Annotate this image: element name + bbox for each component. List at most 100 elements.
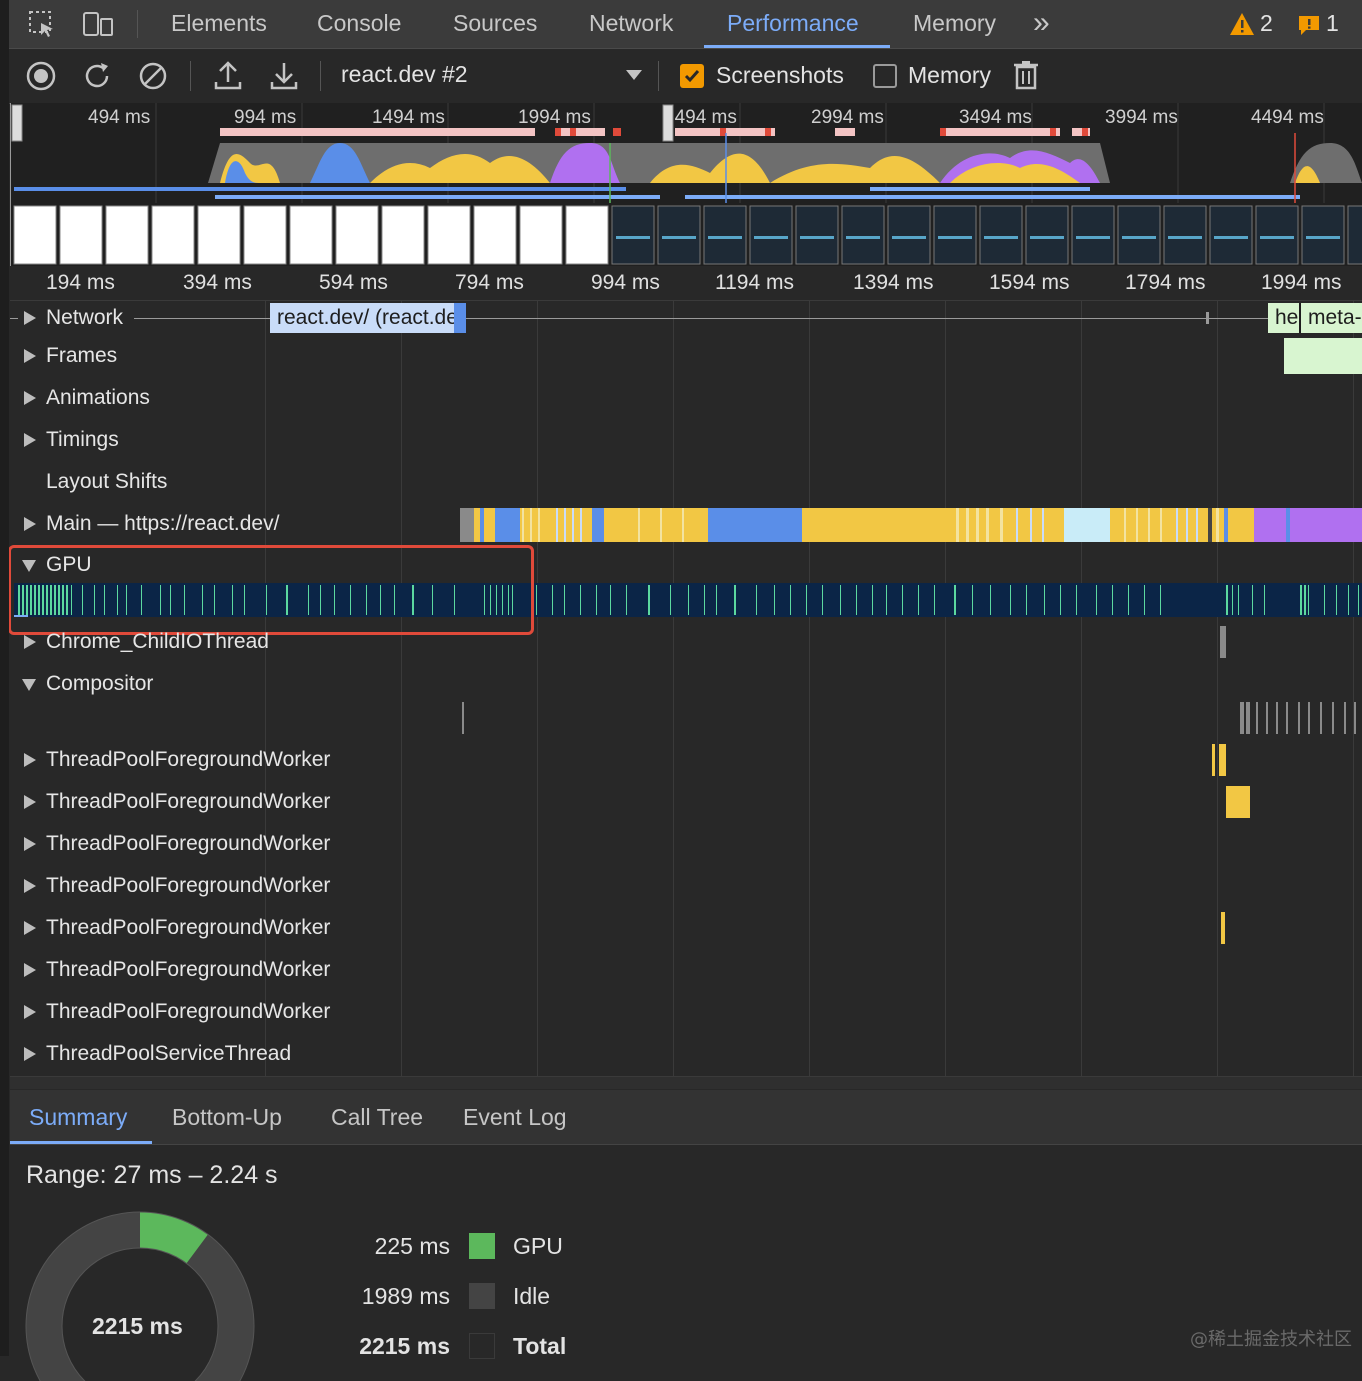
network-request-bar[interactable]: he meta- [1268,303,1362,333]
expand-arrow-icon[interactable] [24,635,36,649]
grid-line [673,300,674,1080]
screenshots-label[interactable]: Screenshots [716,62,844,89]
overview-ruler-label: 3494 ms [959,107,1032,128]
trash-icon[interactable] [1012,59,1040,91]
device-toolbar-icon[interactable] [80,8,116,40]
track-label-childio[interactable]: Chrome_ChildIOThread [46,630,269,654]
ruler-label: 794 ms [455,271,524,294]
ruler-label: 1994 ms [1261,271,1342,294]
pie-slice-gpu [139,1212,208,1264]
worker-event[interactable] [1219,744,1226,776]
network-track[interactable] [10,300,1362,338]
network-request-bar[interactable]: react.dev/ (react.de [270,303,466,333]
track-label-worker[interactable]: ThreadPoolForegroundWorker [46,958,330,982]
memory-checkbox[interactable] [873,64,897,88]
screenshots-checkbox[interactable] [680,64,704,88]
profile-select[interactable]: react.dev #2 [341,61,468,88]
expand-arrow-icon[interactable] [24,1047,36,1061]
overview-ruler-label: 494 ms [88,107,151,128]
timeline-overview[interactable]: 494 ms 994 ms 1494 ms 1994 ms 2494 ms 29… [10,103,1362,266]
network-request-label: he [1275,306,1299,329]
tab-call-tree[interactable]: Call Tree [331,1090,423,1144]
track-label-frames[interactable]: Frames [46,344,117,368]
inspect-element-icon[interactable] [26,8,58,40]
main-time-ruler: 194 ms 394 ms 594 ms 794 ms 994 ms 1194 … [10,266,1362,301]
tab-performance[interactable]: Performance [727,0,859,48]
expand-arrow-icon[interactable] [24,349,36,363]
legend-value-gpu: 225 ms [374,1233,450,1259]
track-label-service-thread[interactable]: ThreadPoolServiceThread [46,1042,291,1066]
chevron-down-icon[interactable] [624,65,644,85]
expand-arrow-icon[interactable] [24,311,36,325]
reload-record-icon[interactable] [80,59,114,93]
track-label-animations[interactable]: Animations [46,386,150,410]
upload-icon[interactable] [212,59,244,93]
legend-swatch-total [469,1333,495,1359]
active-tab-indicator [704,45,890,48]
network-request-label: meta- [1308,306,1362,329]
warning-icon[interactable] [1228,10,1256,38]
track-label-timings[interactable]: Timings [46,428,119,452]
expand-arrow-icon[interactable] [24,753,36,767]
warnings-count[interactable]: 2 [1260,0,1273,48]
track-label-main[interactable]: Main — https://react.dev/ [46,512,279,536]
overview-ruler-label: 1994 ms [518,107,591,128]
expand-arrow-icon[interactable] [24,837,36,851]
ruler-label: 1594 ms [989,271,1070,294]
download-icon[interactable] [268,59,300,93]
expand-arrow-icon[interactable] [24,795,36,809]
horizontal-scrollbar[interactable] [10,1076,1362,1089]
overview-ruler-label: 2994 ms [811,107,884,128]
expand-arrow-icon[interactable] [24,433,36,447]
expand-arrow-icon[interactable] [24,1005,36,1019]
track-label-worker[interactable]: ThreadPoolForegroundWorker [46,748,330,772]
memory-label[interactable]: Memory [908,62,991,89]
overview-ruler-label: 2494 ms [664,107,737,128]
worker-event[interactable] [1212,744,1215,776]
legend-name-idle: Idle [513,1283,551,1309]
tab-elements[interactable]: Elements [171,0,267,48]
tab-summary[interactable]: Summary [29,1090,127,1144]
childio-event[interactable] [1220,626,1226,658]
worker-event[interactable] [1226,786,1250,818]
clear-icon[interactable] [136,59,170,93]
ruler-label: 1394 ms [853,271,934,294]
devtools-tab-bar: Elements Console Sources Network Perform… [0,0,1362,49]
expand-arrow-icon[interactable] [24,921,36,935]
more-tabs-icon[interactable]: » [1033,0,1050,48]
tab-memory[interactable]: Memory [913,0,996,48]
network-end-marker [1206,312,1209,324]
track-label-worker[interactable]: ThreadPoolForegroundWorker [46,790,330,814]
track-label-compositor[interactable]: Compositor [46,672,153,696]
tab-sources[interactable]: Sources [453,0,537,48]
overview-ruler-label: 4494 ms [1251,107,1324,128]
overview-ruler-label: 3994 ms [1105,107,1178,128]
expand-arrow-icon[interactable] [24,391,36,405]
tab-network[interactable]: Network [589,0,673,48]
ruler-label: 1194 ms [715,271,794,294]
record-icon[interactable] [24,59,58,93]
overview-ruler-label: 1494 ms [372,107,445,128]
issues-count[interactable]: 1 [1326,0,1339,48]
tab-console[interactable]: Console [317,0,401,48]
expand-arrow-icon[interactable] [24,879,36,893]
track-label-worker[interactable]: ThreadPoolForegroundWorker [46,874,330,898]
track-label-layout-shifts[interactable]: Layout Shifts [46,470,167,494]
overview-ruler-label: 994 ms [234,107,297,128]
issue-icon[interactable] [1296,12,1322,38]
track-label-network[interactable]: Network [46,306,130,330]
expand-arrow-icon[interactable] [24,517,36,531]
tab-bottom-up[interactable]: Bottom-Up [172,1090,282,1144]
compositor-activity[interactable] [0,702,1362,736]
tab-event-log[interactable]: Event Log [463,1090,567,1144]
frames-bar[interactable] [1284,338,1362,374]
expand-arrow-icon[interactable] [24,963,36,977]
legend-name-gpu: GPU [513,1233,563,1259]
worker-event[interactable] [1221,912,1225,944]
track-label-worker[interactable]: ThreadPoolForegroundWorker [46,916,330,940]
collapse-arrow-icon[interactable] [22,679,36,691]
track-label-worker[interactable]: ThreadPoolForegroundWorker [46,1000,330,1024]
track-label-worker[interactable]: ThreadPoolForegroundWorker [46,832,330,856]
gpu-highlight-box [8,545,534,635]
main-thread-activity[interactable] [460,508,1362,542]
